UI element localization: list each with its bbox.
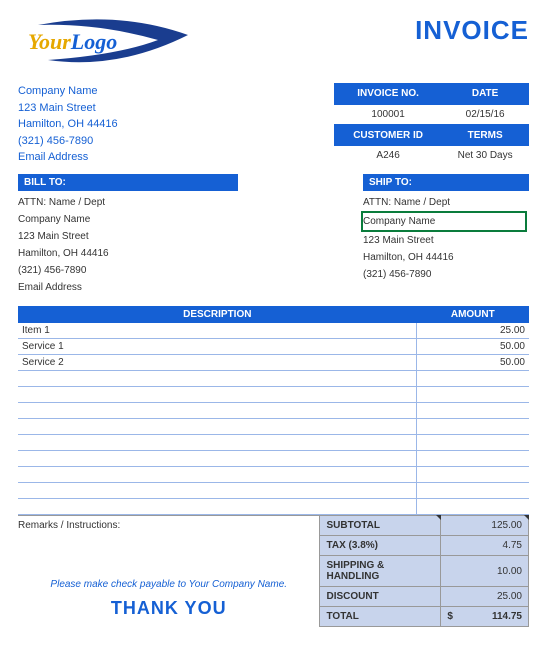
item-amt[interactable]: [417, 467, 529, 483]
thank-you: THANK YOU: [18, 598, 319, 619]
item-desc[interactable]: [18, 419, 417, 435]
item-amt[interactable]: [417, 387, 529, 403]
bill-to-citystate[interactable]: Hamilton, OH 44416: [18, 245, 238, 262]
item-amt[interactable]: [417, 435, 529, 451]
meta-terms-header: TERMS: [442, 125, 529, 146]
company-email: Email Address: [18, 149, 118, 166]
ship-to-header: SHIP TO:: [363, 174, 529, 191]
item-row: [18, 483, 529, 499]
items-amt-header: AMOUNT: [417, 306, 529, 323]
bill-to-block: BILL TO: ATTN: Name / Dept Company Name …: [18, 174, 238, 296]
item-amt[interactable]: 50.00: [417, 339, 529, 355]
meta-customer-id[interactable]: A246: [335, 145, 442, 165]
item-desc[interactable]: Service 2: [18, 355, 417, 371]
logo: YourLogo: [18, 15, 198, 75]
items-table: DESCRIPTION AMOUNT Item 125.00Service 15…: [18, 306, 529, 516]
bill-to-header: BILL TO:: [18, 174, 238, 191]
item-row: Service 150.00: [18, 339, 529, 355]
item-row: [18, 403, 529, 419]
meta-date-header: DATE: [442, 84, 529, 105]
shipping-value: 10.00: [441, 556, 529, 587]
bill-to-street[interactable]: 123 Main Street: [18, 228, 238, 245]
shipping-label: SHIPPING & HANDLING: [320, 556, 441, 587]
item-desc[interactable]: Item 1: [18, 323, 417, 339]
total-label: TOTAL: [320, 607, 441, 627]
item-row: [18, 371, 529, 387]
meta-table: INVOICE NO. DATE 100001 02/15/16 CUSTOME…: [334, 83, 529, 166]
item-amt[interactable]: [417, 371, 529, 387]
logo-your: Your: [28, 29, 71, 54]
company-citystate: Hamilton, OH 44416: [18, 116, 118, 133]
item-amt[interactable]: 50.00: [417, 355, 529, 371]
bill-to-phone[interactable]: (321) 456-7890: [18, 262, 238, 279]
discount-value: 25.00: [441, 587, 529, 607]
items-desc-header: DESCRIPTION: [18, 306, 417, 323]
item-desc[interactable]: [18, 499, 417, 515]
meta-customer-header: CUSTOMER ID: [335, 125, 442, 146]
item-row: Service 250.00: [18, 355, 529, 371]
item-amt[interactable]: [417, 451, 529, 467]
item-amt[interactable]: 25.00: [417, 323, 529, 339]
item-desc[interactable]: [18, 435, 417, 451]
item-amt[interactable]: [417, 483, 529, 499]
item-desc[interactable]: [18, 371, 417, 387]
meta-date[interactable]: 02/15/16: [442, 104, 529, 125]
item-row: [18, 435, 529, 451]
ship-to-company[interactable]: Company Name: [361, 211, 527, 232]
company-phone: (321) 456-7890: [18, 133, 118, 150]
item-row: [18, 419, 529, 435]
payable-text: Please make check payable to Your Compan…: [18, 579, 319, 590]
tax-value: 4.75: [441, 536, 529, 556]
item-desc[interactable]: [18, 467, 417, 483]
meta-invoice-header: INVOICE NO.: [335, 84, 442, 105]
invoice-title: INVOICE: [415, 15, 529, 46]
item-desc[interactable]: [18, 403, 417, 419]
item-amt[interactable]: [417, 499, 529, 515]
tax-label: TAX (3.8%): [320, 536, 441, 556]
bill-to-company[interactable]: Company Name: [18, 211, 238, 228]
logo-logo: Logo: [71, 29, 117, 54]
totals-block: SUBTOTAL 125.00 TAX (3.8%) 4.75 SHIPPING…: [319, 515, 529, 627]
ship-to-block: SHIP TO: ATTN: Name / Dept Company Name …: [363, 174, 529, 296]
item-desc[interactable]: [18, 387, 417, 403]
item-amt[interactable]: [417, 403, 529, 419]
item-desc[interactable]: [18, 483, 417, 499]
meta-terms[interactable]: Net 30 Days: [442, 145, 529, 165]
item-row: [18, 387, 529, 403]
item-row: [18, 499, 529, 515]
remarks-label: Remarks / Instructions:: [18, 520, 319, 531]
ship-to-attn[interactable]: ATTN: Name / Dept: [363, 194, 529, 211]
bill-to-attn[interactable]: ATTN: Name / Dept: [18, 194, 238, 211]
item-row: Item 125.00: [18, 323, 529, 339]
item-row: [18, 451, 529, 467]
item-desc[interactable]: Service 1: [18, 339, 417, 355]
total-value: 114.75: [441, 607, 529, 627]
subtotal-value: 125.00: [441, 516, 529, 536]
company-info: Company Name 123 Main Street Hamilton, O…: [18, 83, 118, 166]
ship-to-street[interactable]: 123 Main Street: [363, 232, 529, 249]
company-street: 123 Main Street: [18, 100, 118, 117]
ship-to-citystate[interactable]: Hamilton, OH 44416: [363, 249, 529, 266]
subtotal-label: SUBTOTAL: [320, 516, 441, 536]
discount-label: DISCOUNT: [320, 587, 441, 607]
remarks-block: Remarks / Instructions: Please make chec…: [18, 515, 319, 627]
item-desc[interactable]: [18, 451, 417, 467]
company-name: Company Name: [18, 83, 118, 100]
meta-invoice-no[interactable]: 100001: [335, 104, 442, 125]
ship-to-phone[interactable]: (321) 456-7890: [363, 266, 529, 283]
bill-to-email[interactable]: Email Address: [18, 279, 238, 296]
item-amt[interactable]: [417, 419, 529, 435]
item-row: [18, 467, 529, 483]
